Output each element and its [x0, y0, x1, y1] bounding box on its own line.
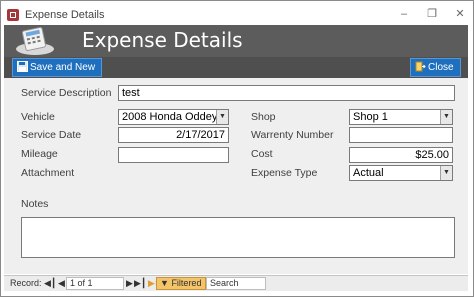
shop-label: Shop: [251, 111, 276, 123]
first-record-icon[interactable]: ◀┃: [44, 278, 56, 289]
form-title: Expense Details: [82, 28, 243, 52]
save-new-icon: [17, 61, 28, 72]
expense-details-window: Expense Details – ❐ ✕ Expense Details Sa…: [0, 0, 474, 297]
record-position-field[interactable]: 1 of 1: [66, 277, 124, 290]
mileage-label: Mileage: [21, 148, 58, 160]
record-label: Record:: [10, 278, 42, 288]
close-icon[interactable]: ✕: [453, 7, 467, 21]
vehicle-label: Vehicle: [21, 111, 55, 123]
notes-field[interactable]: [21, 217, 455, 258]
service-date-label: Service Date: [21, 129, 82, 141]
close-door-icon: [415, 61, 426, 72]
expense-type-value: Actual: [353, 167, 384, 179]
save-and-new-button[interactable]: Save and New: [12, 58, 103, 77]
next-record-icon[interactable]: ▶: [126, 278, 133, 289]
chevron-down-icon[interactable]: ▼: [216, 110, 228, 124]
shop-combo[interactable]: Shop 1 ▼: [349, 109, 453, 125]
chevron-down-icon[interactable]: ▼: [440, 166, 452, 180]
access-app-icon: [7, 9, 19, 21]
last-record-icon[interactable]: ▶┃: [134, 278, 146, 289]
vehicle-value: 2008 Honda Oddeyse: [122, 111, 229, 123]
mileage-field[interactable]: [118, 147, 229, 163]
filter-label: Filtered: [171, 278, 202, 288]
save-and-new-label: Save and New: [30, 62, 96, 73]
form-body: Service Description test Vehicle 2008 Ho…: [4, 78, 468, 274]
cost-label: Cost: [251, 148, 273, 160]
service-description-field[interactable]: test: [118, 85, 455, 101]
warranty-number-label: Warrenty Number: [251, 129, 334, 141]
record-navigation-bar: Record: ◀┃ ◀ 1 of 1 ▶ ▶┃ ▶✱ ▼ Filtered S…: [4, 275, 468, 291]
command-bar: Save and New Close: [4, 57, 468, 78]
shop-value: Shop 1: [353, 111, 388, 123]
service-date-field[interactable]: 2/17/2017: [118, 127, 229, 143]
close-label: Close: [428, 62, 454, 73]
close-button[interactable]: Close: [410, 58, 461, 77]
attachment-label: Attachment: [21, 167, 75, 179]
restore-icon[interactable]: ❐: [425, 7, 439, 21]
service-description-label: Service Description: [21, 87, 112, 99]
expense-type-combo[interactable]: Actual ▼: [349, 165, 453, 181]
expense-type-label: Expense Type: [251, 167, 318, 179]
notes-label: Notes: [21, 198, 49, 210]
chevron-down-icon[interactable]: ▼: [440, 110, 452, 124]
filter-toggle[interactable]: ▼ Filtered: [156, 277, 207, 290]
search-input[interactable]: Search: [206, 277, 266, 290]
minimize-icon[interactable]: –: [397, 7, 411, 21]
cost-field[interactable]: $25.00: [349, 147, 453, 163]
expense-logo-icon: [16, 27, 54, 55]
form-header: Expense Details: [4, 25, 468, 57]
window-title: Expense Details: [25, 9, 105, 21]
vehicle-combo[interactable]: 2008 Honda Oddeyse ▼: [118, 109, 229, 125]
warranty-number-field[interactable]: [349, 127, 453, 143]
filter-icon: ▼: [160, 278, 169, 288]
previous-record-icon[interactable]: ◀: [58, 278, 65, 289]
